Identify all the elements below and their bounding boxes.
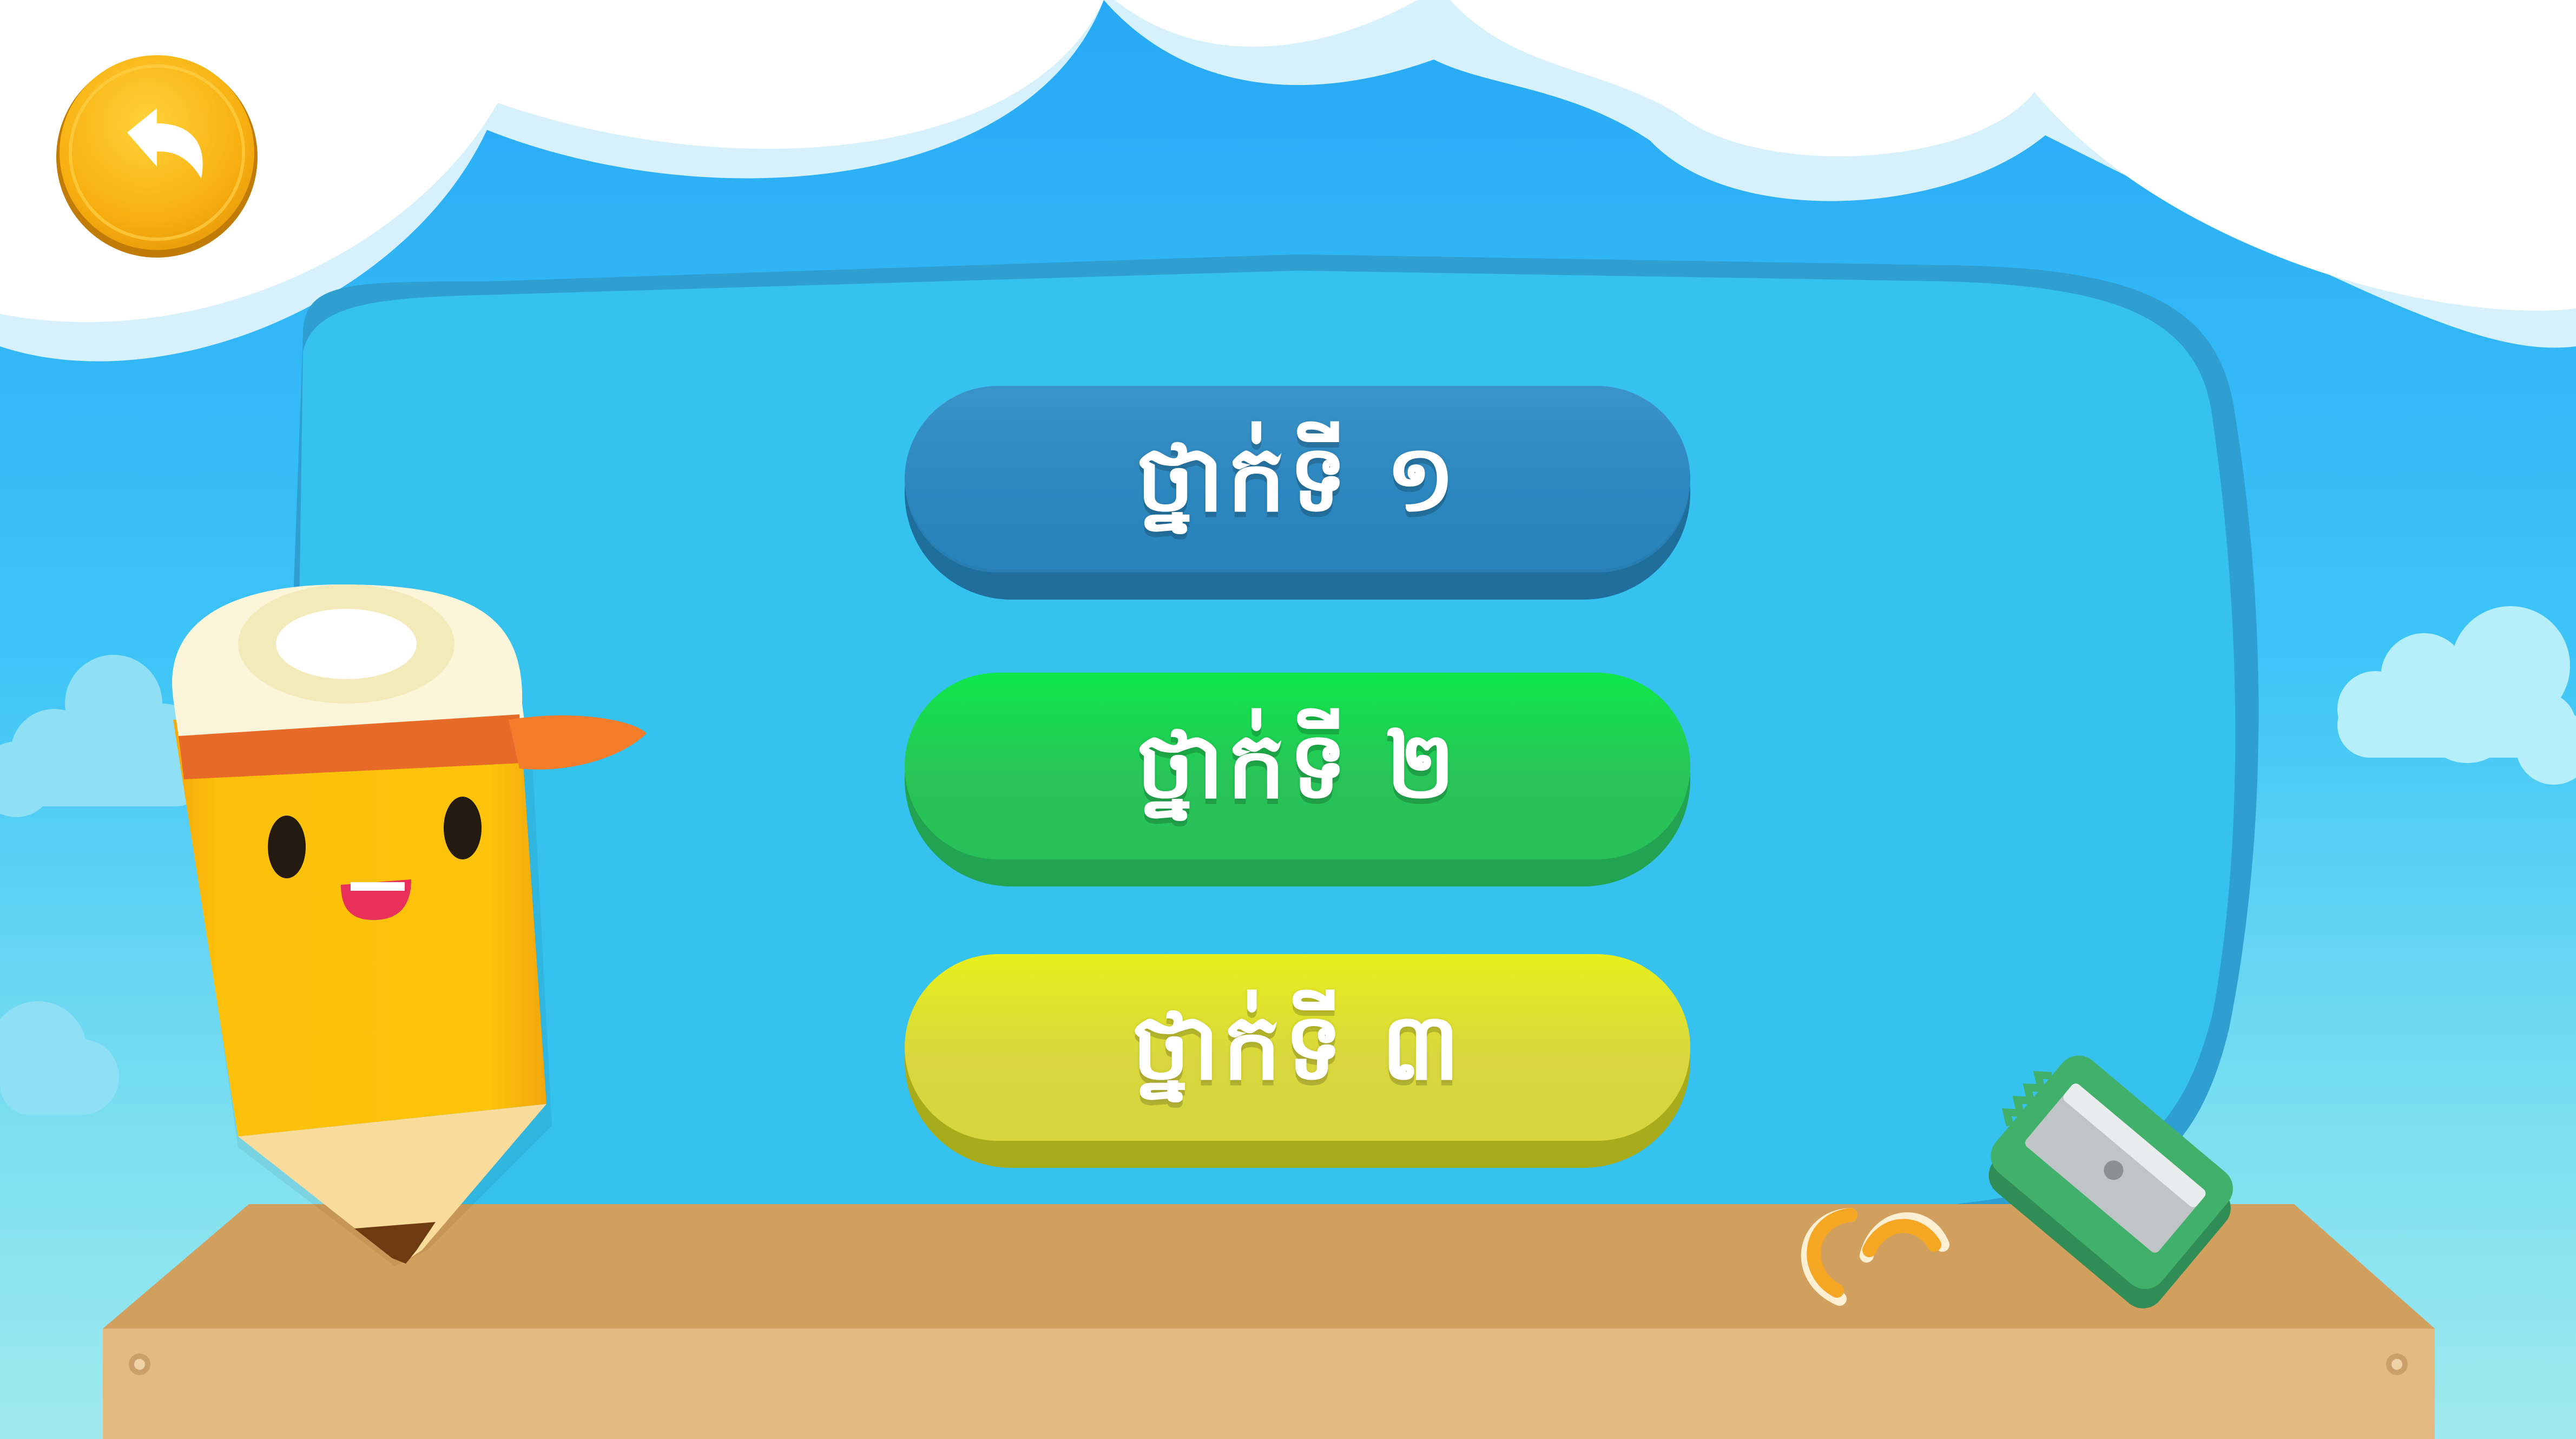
- grade-2-button[interactable]: ថ្នាក់ទី ២: [905, 673, 1690, 886]
- game-screen: ថ្នាក់ទី ១ ថ្នាក់ទី ២ ថ្នាក់ទី ៣: [0, 0, 2576, 1439]
- grade-3-button[interactable]: ថ្នាក់ទី ៣: [905, 954, 1690, 1168]
- table-front: [103, 1329, 2435, 1439]
- back-button[interactable]: [56, 54, 259, 257]
- grade-1-label: ថ្នាក់ទី ១: [1136, 425, 1459, 533]
- grade-2-label: ថ្នាក់ទី ២: [1136, 712, 1459, 819]
- grade-3-label: ថ្នាក់ទី ៣: [1131, 994, 1464, 1101]
- grade-1-button[interactable]: ថ្នាក់ទី ១: [905, 386, 1690, 600]
